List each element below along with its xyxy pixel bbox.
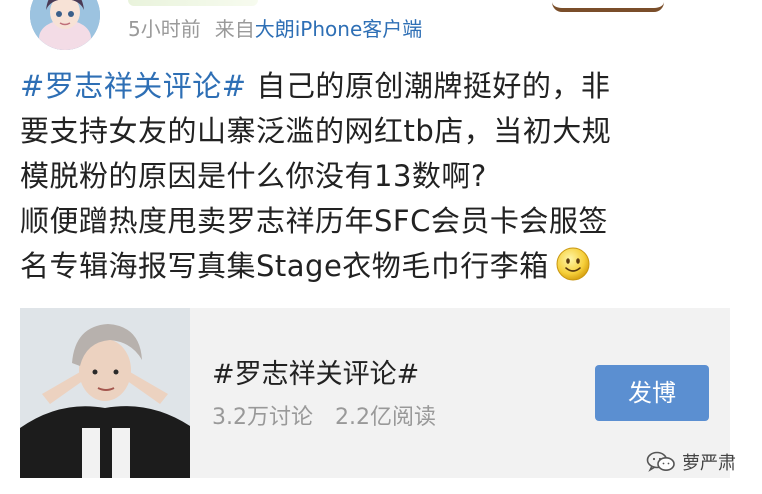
post-text-segment: 名专辑海报写真集Stage衣物毛巾行李箱 — [20, 249, 549, 283]
decoration-image-cropped — [552, 0, 664, 12]
post-line-3: 模脱粉的原因是什么你没有13数啊? — [20, 159, 487, 193]
topic-stats: 3.2万讨论 2.2亿阅读 — [212, 404, 436, 432]
post-line-4: 顺便蹭热度甩卖罗志祥历年SFC会员卡会服签 — [20, 204, 608, 238]
topic-title[interactable]: #罗志祥关评论# — [212, 358, 419, 392]
post-time: 5小时前 — [128, 17, 201, 41]
post-meta: 5小时前 来自大朗iPhone客户端 — [128, 16, 422, 42]
wechat-icon — [646, 451, 675, 472]
account-watermark: 萝严肃 — [646, 448, 736, 476]
post-text-segment: 自己的原创潮牌挺好的，非 — [246, 69, 611, 103]
avatar-illustration — [30, 0, 100, 50]
watermark-text: 萝严肃 — [682, 453, 736, 474]
smiley-emoji-icon — [556, 247, 590, 281]
post-line-5: 名专辑海报写真集Stage衣物毛巾行李箱 — [20, 244, 740, 289]
post-line-1: #罗志祥关评论# 自己的原创潮牌挺好的，非 — [20, 64, 740, 109]
read-count: 2.2亿阅读 — [335, 405, 436, 430]
topic-card[interactable]: #罗志祥关评论# 3.2万讨论 2.2亿阅读 发博 — [20, 308, 730, 478]
source-prefix: 来自 — [214, 17, 255, 41]
user-avatar[interactable] — [30, 0, 100, 50]
weibo-post: 5小时前 来自大朗iPhone客户端 #罗志祥关评论# 自己的原创潮牌挺好的，非 … — [0, 0, 762, 494]
hashtag-link[interactable]: #罗志祥关评论# — [20, 69, 247, 103]
username-cropped — [128, 0, 258, 6]
discussion-count: 3.2万讨论 — [212, 405, 313, 430]
post-content: #罗志祥关评论# 自己的原创潮牌挺好的，非 要支持女友的山寨泛滥的网红tb店，当… — [20, 64, 740, 289]
topic-thumbnail — [20, 308, 190, 478]
source-client-link[interactable]: 大朗iPhone客户端 — [255, 17, 423, 41]
topic-photo — [20, 308, 190, 478]
post-to-topic-button[interactable]: 发博 — [595, 365, 709, 421]
post-line-2: 要支持女友的山寨泛滥的网红tb店，当初大规 — [20, 114, 612, 148]
